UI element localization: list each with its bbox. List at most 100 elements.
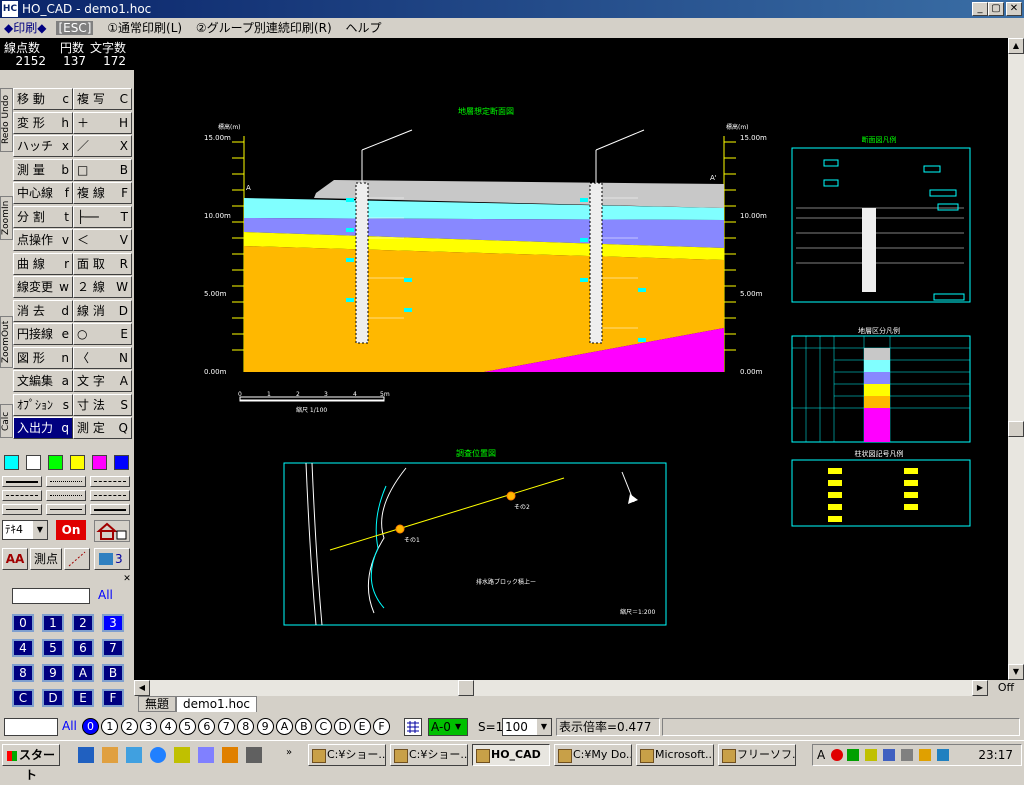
layer-button[interactable]: D (42, 689, 64, 707)
command-button[interactable]: ｵﾌﾟｼｮﾝ s (13, 393, 73, 416)
linestyle-dashed[interactable] (90, 476, 130, 487)
notepad-icon[interactable] (102, 747, 118, 763)
command-button[interactable]: 消 去d (13, 299, 73, 322)
desktop-icon[interactable] (78, 747, 94, 763)
tab-untitled[interactable]: 無題 (138, 696, 177, 712)
status-layer-toggle[interactable]: 1 (101, 718, 119, 735)
color-swatch-yellow[interactable] (70, 455, 85, 470)
command-button[interactable]: ／ X (73, 135, 132, 157)
layer-button[interactable]: 4 (12, 639, 34, 657)
layer-button[interactable]: 3 (102, 614, 124, 632)
scroll-down-icon[interactable]: ▼ (1008, 664, 1024, 680)
status-layer-toggle[interactable]: 3 (140, 718, 158, 735)
ie-icon[interactable] (150, 747, 166, 763)
command-button[interactable]: □ B (73, 158, 132, 181)
task-folder-2[interactable]: C:¥ショー... (390, 744, 468, 766)
scale-select[interactable]: 100 ▼ (502, 718, 552, 736)
color-swatch-magenta[interactable] (92, 455, 107, 470)
status-layer-toggle[interactable]: 7 (217, 718, 235, 735)
status-layer-toggle[interactable]: 4 (159, 718, 177, 735)
font-select[interactable]: ﾃｷ4 ▼ (2, 520, 48, 540)
minimize-button[interactable]: _ (972, 2, 988, 16)
redo-undo-tab[interactable]: Redo Undo (0, 88, 13, 152)
status-input[interactable] (4, 718, 58, 736)
menu-print[interactable]: ◆印刷◆ (4, 21, 46, 35)
house-icon[interactable] (94, 520, 130, 542)
linestyle-medium[interactable] (46, 504, 86, 515)
calculator-button[interactable]: 3 (94, 548, 130, 570)
status-layer-toggle[interactable]: A (276, 718, 293, 735)
status-layer-toggle[interactable]: 0 (82, 718, 99, 735)
snap-toggle-button[interactable]: On (56, 520, 86, 540)
scroll-left-icon[interactable]: ◀ (134, 680, 150, 696)
command-button[interactable]: 入出力 q (13, 417, 73, 439)
text-size-button[interactable]: AA (2, 548, 28, 570)
command-button[interactable]: 分 割t (13, 205, 73, 228)
command-button[interactable]: ハッチ x (13, 135, 73, 157)
linestyle-dotted-2[interactable] (46, 490, 86, 501)
command-button[interactable]: 複 写C (73, 88, 132, 110)
layer-button[interactable]: 7 (102, 639, 124, 657)
tab-demo1[interactable]: demo1.hoc (176, 696, 258, 712)
status-layer-toggle[interactable]: 9 (256, 718, 274, 735)
command-button[interactable]: 図 形n (13, 346, 73, 369)
color-swatch-cyan[interactable] (4, 455, 19, 470)
task-microsoft[interactable]: Microsoft... (636, 744, 714, 766)
command-button[interactable]: 曲 線r (13, 252, 73, 275)
command-button[interactable]: 面 取R (73, 252, 132, 275)
status-all-button[interactable]: All (62, 719, 77, 733)
zoom-out-tab[interactable]: ZoomOut (0, 316, 13, 368)
layer-button[interactable]: 1 (42, 614, 64, 632)
scroll-right-icon[interactable]: ▶ (972, 680, 988, 696)
ime-icon[interactable]: A (817, 745, 825, 765)
pen-icon[interactable] (64, 548, 90, 570)
scroll-up-icon[interactable]: ▲ (1008, 38, 1024, 54)
close-icon[interactable]: ✕ (122, 574, 132, 584)
menu-help[interactable]: ヘルプ (345, 21, 381, 35)
command-button[interactable]: 円接線 e (13, 323, 73, 345)
task-hocad[interactable]: HO_CAD (472, 744, 550, 766)
start-button[interactable]: スタート (2, 744, 60, 782)
layer-button[interactable]: 6 (72, 639, 94, 657)
layer-button[interactable]: 8 (12, 664, 34, 682)
linestyle-dash-dot[interactable] (90, 490, 130, 501)
menu-esc[interactable]: [ESC] (56, 21, 94, 35)
zoom-in-tab[interactable]: ZoomIn (0, 196, 13, 240)
command-button[interactable]: 寸 法S (73, 393, 132, 416)
task-freesoft[interactable]: フリーソフ... (718, 744, 796, 766)
volume-icon[interactable] (865, 749, 877, 761)
scroll-thumb[interactable] (1008, 421, 1024, 437)
linestyle-dashed-2[interactable] (2, 490, 42, 501)
menu-normal-print[interactable]: ①通常印刷(L) (107, 21, 182, 35)
measure-point-button[interactable]: 測点 (30, 548, 62, 570)
command-button[interactable]: 変 形h (13, 111, 73, 134)
layer-button[interactable]: 0 (12, 614, 34, 632)
off-indicator[interactable]: Off (988, 680, 1024, 696)
search-icon[interactable] (174, 747, 190, 763)
layer-button[interactable]: E (72, 689, 94, 707)
command-button[interactable]: 中心線 f (13, 182, 73, 204)
command-button[interactable]: ２ 線 W (73, 276, 132, 298)
status-layer-toggle[interactable]: 8 (237, 718, 255, 735)
scroll-h-thumb[interactable] (458, 680, 474, 696)
pen-tool-icon[interactable] (126, 747, 142, 763)
command-button[interactable]: 点操作 v (13, 229, 73, 251)
layer-button[interactable]: B (102, 664, 124, 682)
horizontal-scrollbar[interactable]: ◀ ▶ (134, 680, 988, 696)
linestyle-thick[interactable] (90, 504, 130, 515)
command-button[interactable]: ○ E (73, 323, 132, 345)
command-button[interactable]: 文 字A (73, 370, 132, 392)
monitor-icon[interactable] (246, 747, 262, 763)
layer-name-input[interactable] (12, 588, 90, 604)
command-button[interactable]: 文編集 a (13, 370, 73, 392)
layer-select[interactable]: A-0 ▼ (428, 718, 468, 736)
layer-button[interactable]: C (12, 689, 34, 707)
antivirus-icon[interactable] (937, 749, 949, 761)
status-layer-toggle[interactable]: 6 (198, 718, 216, 735)
media-icon[interactable] (222, 747, 238, 763)
grid-icon[interactable] (404, 718, 422, 736)
color-swatch-white[interactable] (26, 455, 41, 470)
ime-status-icon[interactable] (831, 749, 843, 761)
command-button[interactable]: 線 消D (73, 299, 132, 322)
close-button[interactable]: ✕ (1006, 2, 1022, 16)
